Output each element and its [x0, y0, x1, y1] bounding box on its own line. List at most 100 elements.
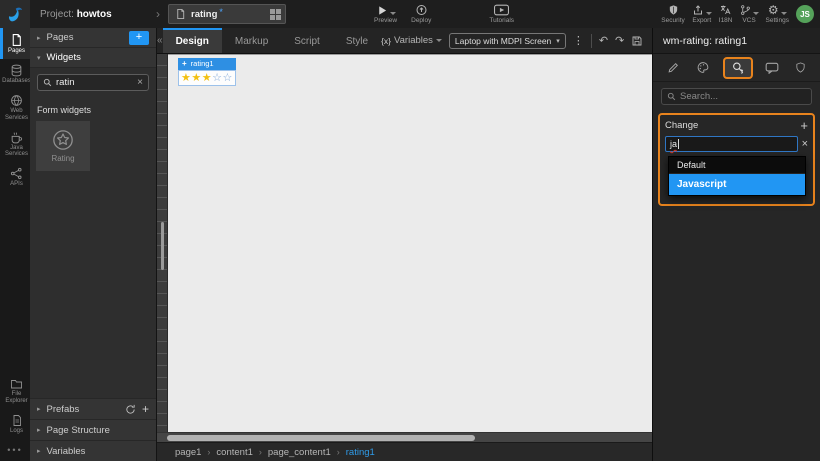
breadcrumb-page1[interactable]: page1	[175, 447, 201, 458]
collapsed-arrow-icon: ▸	[37, 427, 41, 434]
page-structure-section-header[interactable]: ▸ Page Structure	[30, 419, 156, 440]
star-empty-icon[interactable]: ☆	[212, 72, 222, 84]
widget-search-input[interactable]: ratin ×	[37, 74, 149, 91]
rating1-stars[interactable]: ★★★☆☆	[178, 70, 236, 86]
rail-label: APIs	[10, 181, 23, 188]
i18n-button[interactable]: I18N	[719, 4, 733, 24]
star-empty-icon[interactable]: ☆	[223, 72, 233, 84]
rating1-widget-header[interactable]: + rating1	[178, 58, 236, 70]
tutorials-button[interactable]: Tutorials	[489, 4, 514, 24]
save-button[interactable]	[631, 35, 643, 47]
search-icon	[43, 78, 52, 87]
pages-section-header[interactable]: ▸ Pages +	[30, 28, 156, 48]
change-event-section: Change + ja × Default Javascript	[658, 113, 815, 206]
horizontal-scrollbar[interactable]	[157, 432, 652, 442]
page-structure-section-label: Page Structure	[46, 424, 110, 436]
add-page-button[interactable]: +	[129, 30, 149, 45]
rail-item-pages[interactable]: Pages	[0, 28, 30, 59]
breadcrumb-page-content1[interactable]: page_content1	[268, 447, 331, 458]
device-selector[interactable]: Laptop with MDPI Screen ▾	[448, 32, 566, 49]
add-prefab-button[interactable]: +	[142, 402, 149, 416]
tab-events[interactable]	[722, 56, 753, 79]
open-file-tab[interactable]: rating *	[168, 4, 286, 24]
event-action-dropdown: Default Javascript	[668, 156, 806, 196]
undo-button[interactable]: ↶	[599, 34, 608, 47]
tab-messages[interactable]	[761, 60, 783, 76]
star-filled-icon[interactable]: ★	[191, 72, 201, 84]
rail-item-web-services[interactable]: Web Services	[0, 89, 30, 126]
play-icon	[378, 5, 386, 15]
horizontal-scrollbar-thumb[interactable]	[167, 435, 475, 441]
change-event-input[interactable]: ja	[665, 136, 798, 152]
rail-more-button[interactable]: •••	[0, 439, 30, 461]
variables-section-header[interactable]: ▸ Variables	[30, 440, 156, 461]
tab-script[interactable]: Script	[281, 28, 333, 53]
collapsed-arrow-icon: ▸	[37, 406, 41, 413]
rail-label: Databases	[2, 77, 31, 84]
variables-button[interactable]: {x} Variables	[381, 35, 442, 46]
rail-label: Pages	[7, 48, 25, 54]
tab-styles[interactable]	[692, 59, 714, 76]
pages-icon	[12, 34, 21, 46]
more-options-kebab-icon[interactable]: ⋮	[573, 34, 584, 47]
tutorials-video-icon	[494, 4, 510, 16]
design-canvas[interactable]: + rating1 ★★★☆☆	[168, 54, 652, 432]
rail-item-databases[interactable]: Databases	[0, 59, 31, 89]
vertical-scrollbar-thumb[interactable]	[161, 222, 164, 270]
events-gear-magnifier-icon	[732, 61, 743, 74]
design-toolbar: « Design Markup Script Style {x} Variabl…	[157, 28, 660, 54]
page-file-icon	[177, 8, 185, 20]
tab-markup[interactable]: Markup	[222, 28, 281, 53]
rating1-widget[interactable]: + rating1 ★★★☆☆	[178, 58, 236, 86]
message-icon	[765, 62, 779, 74]
variables-icon: {x}	[381, 35, 391, 46]
preview-button[interactable]: Preview	[374, 5, 397, 24]
logs-icon	[13, 415, 21, 427]
rail-item-file-explorer[interactable]: File Explorer	[0, 373, 30, 409]
tab-style[interactable]: Style	[333, 28, 381, 53]
properties-search-input[interactable]: Search...	[661, 88, 812, 105]
breadcrumb-content1[interactable]: content1	[216, 447, 252, 458]
dashboard-grid-icon[interactable]	[270, 8, 281, 20]
rating-widget-tile[interactable]: Rating	[36, 121, 90, 171]
rail-item-apis[interactable]: APIs	[0, 162, 30, 192]
star-filled-icon[interactable]: ★	[181, 72, 191, 84]
properties-search: Search...	[661, 88, 812, 105]
dropdown-option-default[interactable]: Default	[669, 157, 805, 174]
clear-search-icon[interactable]: ×	[137, 77, 143, 88]
element-breadcrumb: page1 › content1 › page_content1 › ratin…	[157, 442, 652, 461]
settings-button[interactable]: ⚙ Settings	[766, 4, 790, 24]
vcs-button[interactable]: VCS	[740, 4, 759, 24]
add-change-event-button[interactable]: +	[800, 119, 808, 132]
dropdown-option-javascript[interactable]: Javascript	[669, 174, 805, 195]
left-panel-spacer	[30, 171, 156, 398]
palette-icon	[697, 62, 709, 73]
device-selector-caret-icon: ▾	[556, 37, 560, 45]
change-event-label: Change	[665, 120, 699, 131]
top-right-actions: Security Export I18N VCS ⚙ Settings JS	[661, 4, 820, 24]
vcs-label: VCS	[742, 17, 756, 24]
rail-spacer	[0, 192, 30, 373]
breadcrumb-rating1[interactable]: rating1	[346, 447, 375, 458]
rail-item-logs[interactable]: Logs	[0, 409, 30, 439]
export-label: Export	[692, 17, 712, 24]
rail-item-java-services[interactable]: Java Services	[0, 126, 30, 163]
move-handle-icon[interactable]: +	[182, 59, 187, 68]
tab-design[interactable]: Design	[162, 28, 222, 53]
settings-caret-icon	[780, 12, 787, 15]
wavemaker-logo[interactable]	[0, 0, 30, 28]
tab-properties[interactable]	[663, 59, 684, 76]
widgets-section-header[interactable]: ▾ Widgets	[30, 48, 156, 68]
star-filled-icon[interactable]: ★	[202, 72, 212, 84]
refresh-icon[interactable]	[125, 404, 136, 415]
properties-panel-tabs	[653, 54, 820, 82]
remove-change-event-icon[interactable]: ×	[802, 138, 808, 150]
redo-button[interactable]: ↷	[615, 34, 624, 47]
export-button[interactable]: Export	[692, 4, 712, 24]
deploy-button[interactable]: Deploy	[411, 4, 431, 24]
prefabs-section-header[interactable]: ▸ Prefabs +	[30, 398, 156, 419]
project-title: Project: howtos	[40, 9, 156, 20]
security-button[interactable]: Security	[661, 4, 685, 24]
user-avatar[interactable]: JS	[796, 5, 814, 23]
tab-security[interactable]	[791, 59, 810, 76]
